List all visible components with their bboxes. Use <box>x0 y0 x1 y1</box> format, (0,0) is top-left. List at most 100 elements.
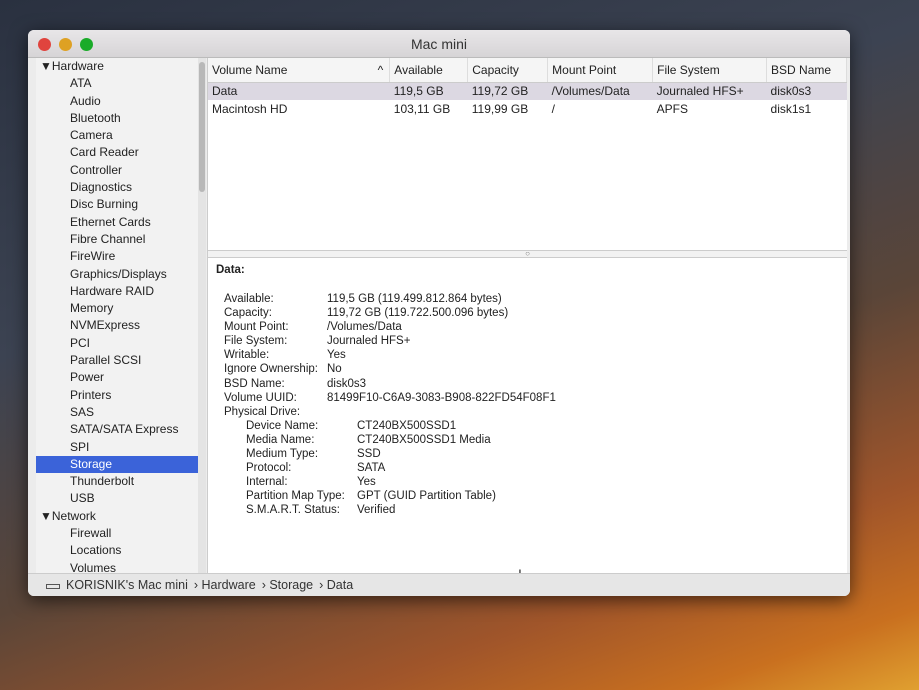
column-label: Capacity <box>472 62 519 77</box>
table-cell: 119,99 GB <box>471 102 529 116</box>
minimize-button[interactable] <box>59 38 72 51</box>
table-cell: Macintosh HD <box>212 102 288 116</box>
column-label: File System <box>657 62 720 77</box>
field-label: Writable: <box>224 349 270 362</box>
detail-field: Capacity: 119,72 GB (119.722.500.096 byte… <box>216 306 847 320</box>
system-information-window: Mac mini ▼Hardware ATA Audio Bluetooth Camer… <box>28 30 850 596</box>
field-label: Ignore Ownership: <box>224 363 318 376</box>
sidebar-item[interactable]: ▼Network <box>36 508 198 525</box>
field-label: Partition Map Type: <box>246 490 345 503</box>
sidebar: ▼Hardware ATA Audio Bluetooth Camera Card Rea… <box>36 58 198 573</box>
path-bar: KORISNIK's Mac mini › Hardware › Storage › … <box>28 573 850 596</box>
detail-field: Internal: Yes <box>216 475 847 489</box>
field-label: File System: <box>224 335 288 348</box>
sidebar-item[interactable]: Locations <box>36 542 198 559</box>
detail-field: File System: Journaled HFS+ <box>216 334 847 348</box>
sidebar-item[interactable]: Firewall <box>36 525 198 542</box>
sidebar-item[interactable]: Thunderbolt <box>36 473 198 490</box>
column-label: Volume Name <box>212 62 288 77</box>
sidebar-item[interactable]: Camera <box>36 127 198 144</box>
field-value: CT240BX500SSD1 <box>357 419 457 432</box>
field-label: Volume UUID: <box>224 391 297 404</box>
table-cell: disk0s3 <box>766 82 847 100</box>
sidebar-item[interactable]: Bluetooth <box>36 110 198 127</box>
volumes-table: Volume Name ^ Available Capacity Mount Point… <box>208 58 847 118</box>
detail-field: S.M.A.R.T. Status: Verified <box>216 503 847 517</box>
detail-pane: Data: Available: 119,5 GB (119.499.812.86… <box>216 264 847 518</box>
sidebar-item[interactable]: Memory <box>36 300 198 317</box>
table-cell: Journaled HFS+ <box>652 82 767 100</box>
path-segment[interactable]: › Data <box>319 574 353 596</box>
sidebar-item[interactable]: SATA/SATA Express <box>36 421 198 438</box>
detail-field: Volume UUID: 81499F10-C6A9-3083-B908-822F… <box>216 391 847 405</box>
field-value: 81499F10-C6A9-3083-B908-822FD54F08F1 <box>327 391 556 404</box>
detail-field: Writable: Yes <box>216 348 847 362</box>
sidebar-item[interactable]: Disc Burning <box>36 196 198 213</box>
field-label: Protocol: <box>246 462 292 475</box>
sidebar-scrollbar[interactable] <box>198 58 206 573</box>
table-cell: 103,11 GB <box>393 102 451 116</box>
field-label: S.M.A.R.T. Status: <box>246 504 340 517</box>
sidebar-item[interactable]: FireWire <box>36 248 198 265</box>
sidebar-item[interactable]: Power <box>36 369 198 386</box>
path-segment[interactable]: KORISNIK's Mac mini <box>66 574 188 596</box>
field-label: Mount Point: <box>224 321 289 334</box>
detail-field: Device Name: CT240BX500SSD1 <box>216 419 847 433</box>
sort-ascending-icon: ^ <box>377 62 384 77</box>
sidebar-item[interactable]: USB <box>36 490 198 507</box>
detail-field: Medium Type: SSD <box>216 447 847 461</box>
sidebar-item[interactable]: Graphics/Displays <box>36 266 198 283</box>
sidebar-item[interactable]: Parallel SCSI <box>36 352 198 369</box>
field-value: 119,5 GB (119.499.812.864 bytes) <box>327 293 502 305</box>
field-label: Physical Drive: <box>224 405 301 418</box>
field-value: disk0s3 <box>327 377 366 390</box>
column-header[interactable]: BSD Name <box>766 58 847 83</box>
field-value: 119,72 GB (119.722.500.096 bytes) <box>327 307 509 320</box>
sidebar-item[interactable]: PCI <box>36 335 198 352</box>
column-header[interactable]: Mount Point <box>547 58 654 83</box>
column-header[interactable]: File System <box>652 58 768 83</box>
detail-field: Mount Point: /Volumes/Data <box>216 320 847 334</box>
sidebar-item[interactable]: ATA <box>36 75 198 92</box>
column-header[interactable]: Available <box>389 58 469 83</box>
sidebar-item[interactable]: SAS <box>36 404 198 421</box>
sidebar-item[interactable]: Fibre Channel <box>36 231 198 248</box>
field-label: Capacity: <box>224 307 272 320</box>
sidebar-item[interactable]: Diagnostics <box>36 179 198 196</box>
detail-field: Protocol: SATA <box>216 461 847 475</box>
sidebar-item[interactable]: ▼Hardware <box>36 58 198 75</box>
table-cell: disk1s1 <box>770 102 812 116</box>
path-segment[interactable]: › Hardware <box>194 574 256 596</box>
sidebar-item[interactable]: Ethernet Cards <box>36 214 198 231</box>
field-label: Internal: <box>246 476 288 489</box>
sidebar-item[interactable]: Storage <box>36 455 198 474</box>
field-value: GPT (GUID Partition Table) <box>357 490 496 503</box>
detail-field: Media Name: CT240BX500SSD1 Media <box>216 433 847 447</box>
table-row[interactable]: Data 119,5 GB 119,72 GB/Volumes/Data Journa… <box>208 82 847 100</box>
sidebar-item[interactable]: Audio <box>36 93 198 110</box>
split-divider[interactable]: ○ <box>208 250 847 258</box>
table-row[interactable]: Macintosh HD 103,11 GB 119,99 GB / APFS disk1… <box>208 100 847 118</box>
column-header[interactable]: Volume Name ^ <box>208 58 391 83</box>
column-header[interactable]: Capacity <box>467 58 549 83</box>
sidebar-item[interactable]: Card Reader <box>36 144 198 161</box>
sidebar-item[interactable]: SPI <box>36 439 198 456</box>
field-value: Verified <box>357 504 396 517</box>
detail-field: BSD Name: disk0s3 <box>216 377 847 391</box>
table-cell: Data <box>208 82 390 100</box>
sidebar-item[interactable]: NVMExpress <box>36 317 198 334</box>
field-value: No <box>327 363 342 376</box>
sidebar-item[interactable]: Controller <box>36 162 198 179</box>
close-button[interactable] <box>38 38 51 51</box>
field-label: Available: <box>224 293 274 305</box>
field-value: SATA <box>357 462 386 475</box>
column-label: Mount Point <box>552 62 617 77</box>
field-value: SSD <box>357 448 381 461</box>
zoom-button[interactable] <box>80 38 93 51</box>
sidebar-item[interactable]: Printers <box>36 387 198 404</box>
field-value: Yes <box>357 476 376 489</box>
sidebar-item[interactable]: Volumes <box>36 560 198 573</box>
path-segment[interactable]: › Storage <box>262 574 313 596</box>
sidebar-item[interactable]: Hardware RAID <box>36 283 198 300</box>
column-label: Available <box>394 62 443 77</box>
